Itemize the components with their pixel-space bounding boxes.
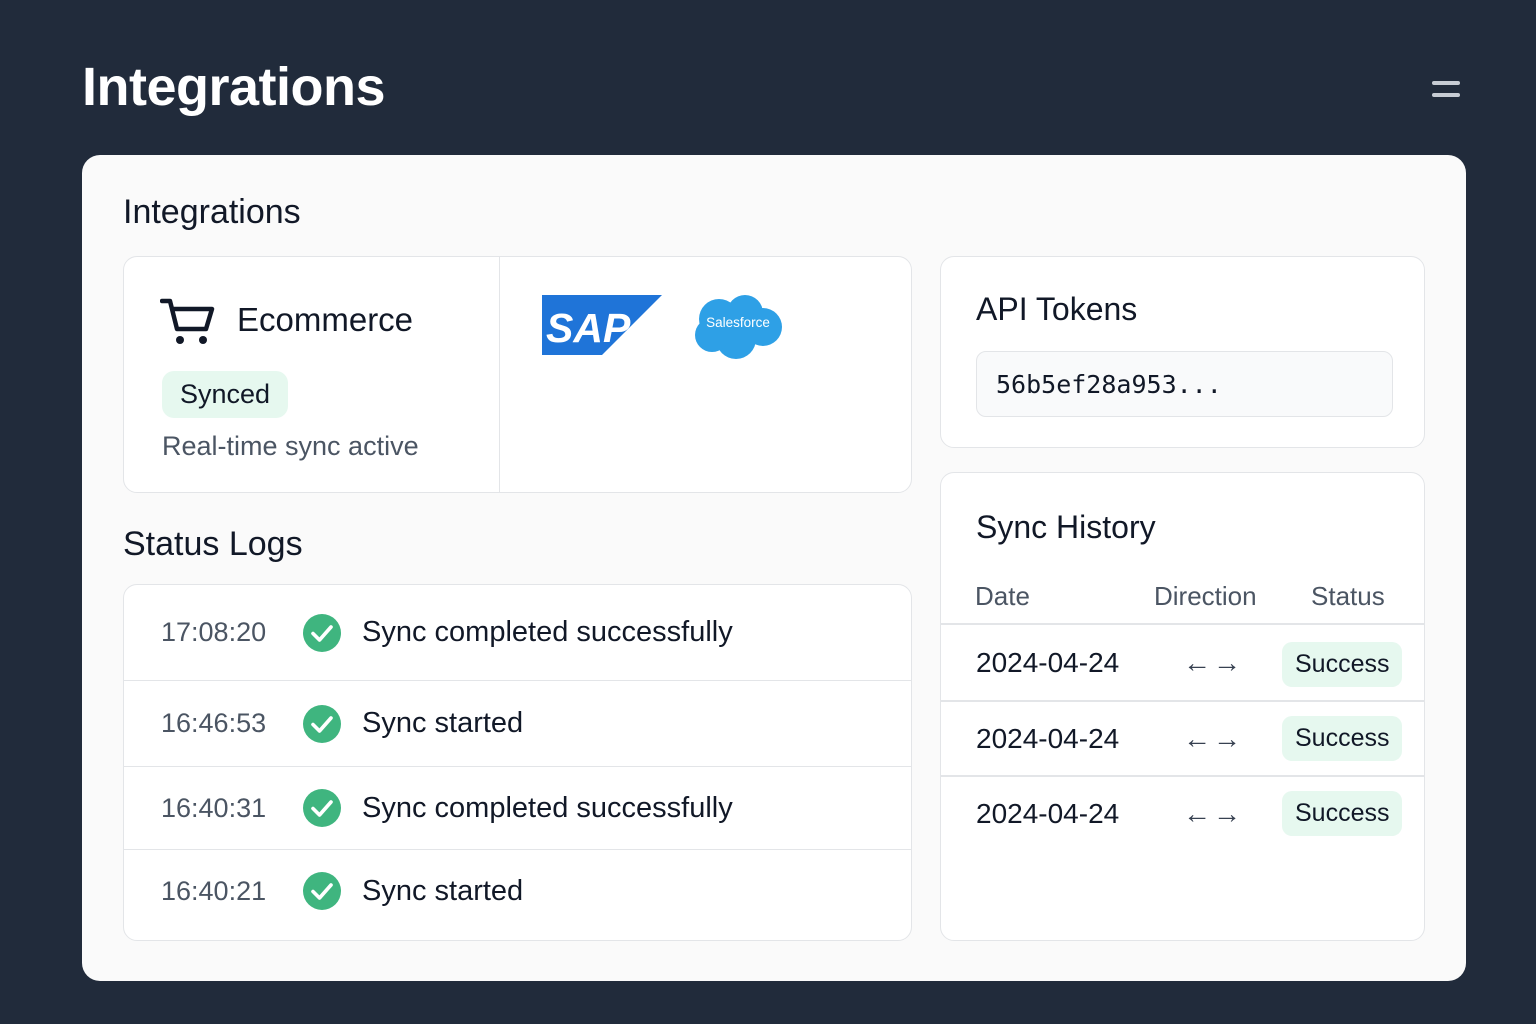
table-divider: [941, 623, 1424, 625]
column-header-date: Date: [975, 581, 1030, 611]
api-tokens-title: API Tokens: [976, 291, 1138, 327]
success-badge: Success: [1282, 791, 1403, 836]
row-date: 2024-04-24: [976, 798, 1120, 829]
table-divider: [941, 775, 1424, 777]
check-circle-icon: [303, 872, 341, 910]
sync-history-title: Sync History: [976, 509, 1156, 545]
sync-status-note: Real-time sync active: [162, 431, 419, 461]
svg-text:Salesforce: Salesforce: [706, 315, 770, 330]
log-time: 16:46:53: [161, 708, 267, 738]
row-date: 2024-04-24: [976, 723, 1120, 754]
log-time: 16:40:31: [161, 792, 267, 823]
integrations-panel: Ecommerce Synced Real-time sync active S…: [123, 256, 912, 493]
log-message: Sync started: [362, 874, 524, 907]
svg-text:SAP: SAP: [546, 305, 631, 351]
page-title: Integrations: [82, 57, 386, 117]
ecommerce-label: Ecommerce: [237, 301, 414, 338]
sync-history-panel: Sync History Date Direction Status 2024-…: [940, 472, 1425, 941]
hamburger-icon: [1432, 81, 1460, 85]
success-badge: Success: [1282, 716, 1403, 761]
check-circle-icon: [303, 789, 341, 827]
column-header-status: Status: [1311, 581, 1385, 611]
log-entry: 16:40:31 Sync completed successfully: [124, 767, 911, 850]
check-circle-icon: [303, 613, 341, 652]
status-logs-panel: 17:08:20 Sync completed successfully 16:…: [123, 584, 912, 941]
row-date: 2024-04-24: [976, 647, 1120, 678]
check-circle-icon: [303, 704, 341, 743]
log-entry: 16:40:21 Sync started: [124, 850, 911, 932]
table-divider: [941, 700, 1424, 702]
log-message: Sync started: [362, 707, 524, 739]
sap-logo[interactable]: SAP: [542, 295, 662, 355]
api-tokens-panel: API Tokens 56b5ef28a953...: [940, 256, 1425, 448]
bidirectional-arrow-icon: ←→: [1183, 798, 1243, 829]
success-badge: Success: [1282, 642, 1403, 687]
integrations-card: Integrations Ecommerce Synced Real-time …: [82, 155, 1466, 981]
bidirectional-arrow-icon: ←→: [1183, 723, 1243, 754]
log-time: 17:08:20: [161, 617, 267, 647]
salesforce-logo[interactable]: Salesforce: [692, 293, 784, 361]
log-entry: 16:46:53 Sync started: [124, 681, 911, 767]
cart-icon: [160, 298, 215, 344]
bidirectional-arrow-icon: ←→: [1183, 647, 1243, 678]
log-time: 16:40:21: [161, 875, 267, 906]
log-message: Sync completed successfully: [362, 791, 733, 824]
column-header-direction: Direction: [1154, 581, 1257, 611]
integrations-heading: Integrations: [123, 193, 301, 231]
api-token-field[interactable]: 56b5ef28a953...: [976, 351, 1393, 417]
synced-badge: Synced: [162, 371, 289, 418]
log-message: Sync completed successfully: [362, 616, 733, 648]
hamburger-menu-button[interactable]: [1426, 74, 1466, 104]
log-entry: 17:08:20 Sync completed successfully: [124, 585, 911, 681]
ecommerce-integration[interactable]: Ecommerce Synced Real-time sync active: [124, 257, 500, 492]
status-logs-heading: Status Logs: [123, 525, 303, 563]
